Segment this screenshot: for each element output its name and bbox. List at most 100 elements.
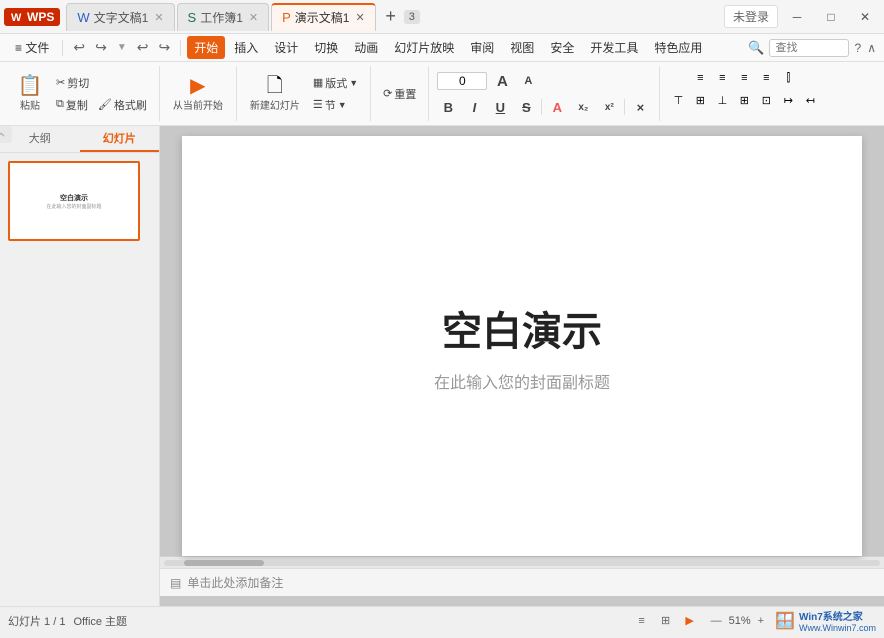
menu-devtools[interactable]: 开发工具 <box>583 36 645 59</box>
redo2-button[interactable]: ↪ <box>154 37 174 58</box>
font-size-increase[interactable]: A <box>491 70 513 92</box>
minimize-button[interactable]: ─ <box>782 4 812 30</box>
tab-excel[interactable]: S 工作簿1 ✕ <box>177 3 270 31</box>
copy-button[interactable]: ⧉ 复制 <box>52 95 92 115</box>
align-right-button[interactable]: ≡ <box>734 68 754 88</box>
slide-sub-title[interactable]: 在此输入您的封面副标题 <box>434 369 610 393</box>
font-color-button[interactable]: A <box>546 96 568 118</box>
align-center-button[interactable]: ≡ <box>712 68 732 88</box>
clear-format-button[interactable]: × <box>629 96 651 118</box>
section-button[interactable]: ☰ 节 ▼ <box>309 95 362 115</box>
ppt-tab-close[interactable]: ✕ <box>355 11 364 24</box>
login-button[interactable]: 未登录 <box>724 5 778 28</box>
collapse-ribbon-button[interactable]: ∧ <box>867 41 876 55</box>
undo-button[interactable]: ↩ <box>69 37 89 58</box>
doc-tab-close[interactable]: ✕ <box>154 11 163 24</box>
close-button[interactable]: ✕ <box>850 4 880 30</box>
scroll-thumb[interactable] <box>184 560 264 566</box>
menu-home[interactable]: 开始 <box>187 36 225 59</box>
winwin-icon: 🪟 <box>775 611 795 631</box>
decrease-indent[interactable]: ↤ <box>800 90 820 110</box>
zoom-in-button[interactable]: + <box>755 615 767 627</box>
text-dir[interactable]: ⊞ <box>734 90 754 110</box>
font-size-decrease[interactable]: A <box>517 70 539 92</box>
align-justify-button[interactable]: ≡ <box>756 68 776 88</box>
align-row2: ⊤ ⊞ ⊥ ⊞ ⊡ ↦ ↤ <box>668 90 820 110</box>
section-dropdown[interactable]: ▼ <box>338 100 347 110</box>
menu-security[interactable]: 安全 <box>543 36 581 59</box>
section-icon: ☰ <box>313 98 323 111</box>
menu-sep <box>62 40 63 56</box>
grid-view-button[interactable]: ⊞ <box>656 611 676 631</box>
italic-button[interactable]: I <box>463 96 485 118</box>
undo-dropdown[interactable]: ▼ <box>113 40 131 55</box>
slide-info: 幻灯片 1 / 1 <box>8 613 65 629</box>
tab-ppt[interactable]: P 演示文稿1 ✕ <box>271 3 376 31</box>
normal-view-button[interactable]: ≡ <box>632 611 652 631</box>
new-tab-button[interactable]: + <box>378 4 404 30</box>
format-painter-label: 格式刷 <box>114 97 147 113</box>
font-row1: A A <box>437 70 539 92</box>
align-col-button[interactable]: ⫿ <box>778 68 798 88</box>
search-area: 🔍 <box>748 39 848 57</box>
align-group: ≡ ≡ ≡ ≡ ⫿ ⊤ ⊞ ⊥ ⊞ ⊡ ↦ ↤ <box>664 66 828 121</box>
superscript-button[interactable]: x² <box>598 96 620 118</box>
text-wrap[interactable]: ⊡ <box>756 90 776 110</box>
new-slide-button[interactable]: 🗋 新建幻灯片 <box>245 73 305 115</box>
bold-button[interactable]: B <box>437 96 459 118</box>
titlebar: W WPS W 文字文稿1 ✕ S 工作簿1 ✕ P 演示文稿1 ✕ + 3 未… <box>0 0 884 34</box>
reset-group: ⟳ 重置 <box>375 66 429 121</box>
valign-bot[interactable]: ⊥ <box>712 90 732 110</box>
menu-animation[interactable]: 动画 <box>347 36 385 59</box>
underline-button[interactable]: U <box>489 96 511 118</box>
panel-collapse-button[interactable]: ‹ <box>0 126 12 143</box>
slide-main-title[interactable]: 空白演示 <box>442 299 602 357</box>
slide-item-1[interactable]: 1 空白演示 在此输入您的封面副标题 <box>8 161 151 247</box>
excel-tab-close[interactable]: ✕ <box>249 11 258 24</box>
tab-slides[interactable]: 幻灯片 <box>80 126 160 152</box>
valign-top[interactable]: ⊤ <box>668 90 688 110</box>
copy-row: ⧉ 复制 🖌 格式刷 <box>52 95 151 115</box>
menu-right-area: 🔍 ? ∧ <box>748 39 876 57</box>
font-size-input[interactable] <box>437 72 487 90</box>
play-from-button[interactable]: ▶ 从当前开始 <box>168 73 228 115</box>
layout-dropdown[interactable]: ▼ <box>349 78 358 88</box>
format-painter-button[interactable]: 🖌 格式刷 <box>94 95 151 115</box>
paste-button[interactable]: 📋 粘贴 <box>12 73 48 115</box>
strikethrough-button[interactable]: S <box>515 96 537 118</box>
notes-placeholder[interactable]: 单击此处添加备注 <box>187 574 283 591</box>
help-button[interactable]: ? <box>855 41 862 55</box>
valign-mid[interactable]: ⊞ <box>690 90 710 110</box>
format-painter-icon: 🖌 <box>98 98 112 111</box>
menu-view[interactable]: 视图 <box>503 36 541 59</box>
slideshow-view-button[interactable]: ▶ <box>680 611 700 631</box>
layout-button[interactable]: ▦ 版式 ▼ <box>309 73 362 93</box>
slide-canvas[interactable]: 空白演示 在此输入您的封面副标题 <box>182 136 862 556</box>
menu-review[interactable]: 审阅 <box>463 36 501 59</box>
cut-button[interactable]: ✂ 剪切 <box>52 73 93 93</box>
winwin-line1: Win7系统之家 <box>799 608 876 623</box>
align-left-button[interactable]: ≡ <box>690 68 710 88</box>
increase-indent[interactable]: ↦ <box>778 90 798 110</box>
paste-label: 粘贴 <box>20 97 40 112</box>
menubar: ≡ 文件 ↩ ↪ ▼ ↩ ↪ 开始 插入 设计 切换 动画 幻灯片放映 审阅 视… <box>0 34 884 62</box>
menu-insert[interactable]: 插入 <box>227 36 265 59</box>
menu-design[interactable]: 设计 <box>267 36 305 59</box>
new-tab-icon: + <box>385 6 396 27</box>
menu-special[interactable]: 特色应用 <box>647 36 709 59</box>
menu-file[interactable]: ≡ 文件 <box>8 36 56 59</box>
tab-doc[interactable]: W 文字文稿1 ✕ <box>66 3 174 31</box>
menu-transition[interactable]: 切换 <box>307 36 345 59</box>
search-input[interactable] <box>769 39 849 57</box>
theme-info: Office 主题 <box>73 613 127 629</box>
undo2-button[interactable]: ↩ <box>133 37 153 58</box>
cut-label: 剪切 <box>67 75 89 91</box>
horizontal-scrollbar[interactable] <box>160 556 884 568</box>
zoom-out-button[interactable]: — <box>708 615 725 627</box>
restore-button[interactable]: □ <box>816 4 846 30</box>
slide-thumbnail-1[interactable]: 空白演示 在此输入您的封面副标题 <box>8 161 140 241</box>
subscript-button[interactable]: x₂ <box>572 96 594 118</box>
redo-button[interactable]: ↪ <box>91 37 111 58</box>
reset-button[interactable]: ⟳ 重置 <box>379 84 420 104</box>
menu-slideshow[interactable]: 幻灯片放映 <box>387 36 461 59</box>
